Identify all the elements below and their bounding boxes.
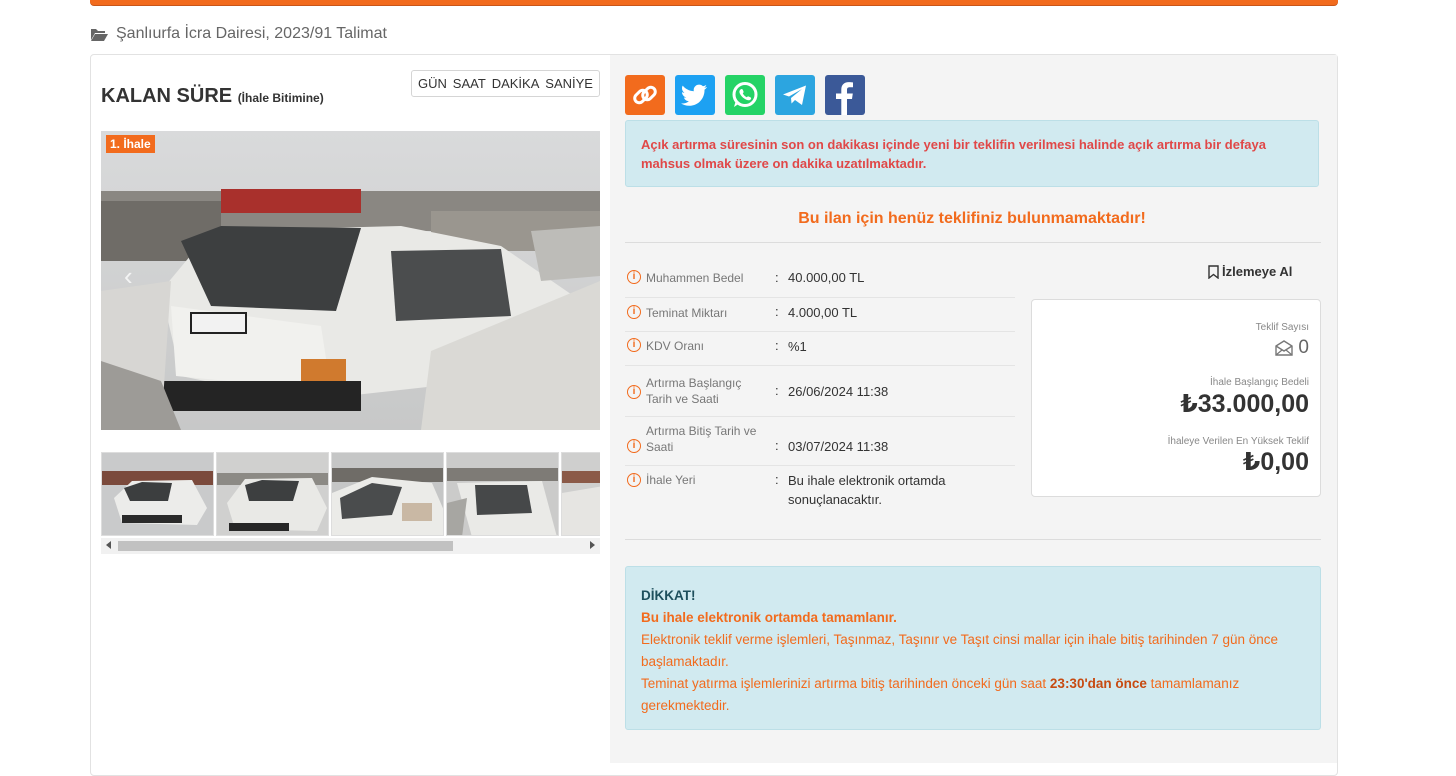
main-vehicle-photo[interactable] [101,131,600,430]
detail-row-vat-rate: i KDV Oranı : %1 [625,332,1015,366]
extension-notice: Açık artırma süresinin son on dakikası i… [625,120,1319,187]
divider [625,242,1321,243]
detail-row-auction-location: i İhale Yeri : Bu ihale elektronik ortam… [625,466,1015,516]
countdown-timer: GÜN SAAT DAKİKA SANİYE [411,70,600,97]
facebook-icon [825,75,865,115]
no-offer-message: Bu ilan için henüz teklifiniz bulunmamak… [798,210,1146,227]
breadcrumb-text[interactable]: Şanlıurfa İcra Dairesi, 2023/91 Talimat [116,25,387,43]
twitter-icon [675,75,715,115]
highest-bid: ₺0,00 [1242,448,1309,476]
attention-notice: DİKKAT! Bu ihale elektronik ortamda tama… [625,566,1321,730]
share-twitter-button[interactable] [675,75,715,115]
offer-count-value: 0 [1298,337,1309,358]
auction-round-badge: 1. İhale [106,135,155,153]
attention-line-3: Teminat yatırma işlemlerinizi artırma bi… [641,676,1240,713]
watchlist-label: İzlemeye Al [1222,264,1293,279]
offer-count-label: Teklif Sayısı [1255,322,1309,333]
share-telegram-button[interactable] [775,75,815,115]
top-accent-bar [90,0,1338,5]
info-icon: i [627,473,641,487]
countdown-subtitle: (İhale Bitimine) [237,91,324,105]
bookmark-icon [1208,264,1219,279]
divider [625,539,1321,540]
detail-row-estimated-value: i Muhammen Bedel : 40.000,00 TL [625,264,1015,298]
detail-row-deposit-amount: i Teminat Miktarı : 4.000,00 TL [625,298,1015,332]
info-icon: i [627,270,641,284]
attention-line-2: Elektronik teklif verme işlemleri, Taşın… [641,632,1279,669]
countdown-unit-minutes: DAKİKA [491,76,540,91]
info-icon: i [627,439,641,453]
countdown-unit-seconds: SANİYE [545,76,593,91]
attention-title: DİKKAT! [641,588,696,603]
highest-bid-label: İhaleye Verilen En Yüksek Teklif [1167,436,1309,447]
folder-open-icon [90,27,109,42]
start-price: ₺33.000,00 [1180,390,1309,418]
share-facebook-button[interactable] [825,75,865,115]
share-whatsapp-button[interactable] [725,75,765,115]
scrollbar-thumb[interactable] [118,541,453,551]
breadcrumb: Şanlıurfa İcra Dairesi, 2023/91 Talimat [90,24,387,44]
bid-summary-box: Teklif Sayısı 0 İhale Başlangıç Bedeli ₺… [1031,299,1321,497]
info-icon: i [627,385,641,399]
copy-link-button[interactable] [625,75,665,115]
attention-line-1: Bu ihale elektronik ortamda tamamlanır. [641,610,897,625]
add-to-watchlist-button[interactable]: İzlemeye Al [1208,264,1292,279]
thumbnail-4[interactable] [446,452,559,536]
countdown-title: KALAN SÜRE (İhale Bitimine) [101,85,324,107]
info-icon: i [627,338,641,352]
lira-icon: ₺ [1180,390,1198,418]
link-icon [625,75,665,115]
thumbnail-3[interactable] [331,452,444,536]
whatsapp-icon [725,75,765,115]
scroll-left-arrow-icon[interactable] [106,541,111,549]
gallery-prev-arrow-icon[interactable]: ‹ [124,262,146,290]
offer-count: 0 [1274,337,1309,359]
thumbnail-5[interactable] [561,452,600,536]
detail-row-auction-start: i Artırma Başlangıç Tarih ve Saati : 26/… [625,366,1015,417]
lira-icon: ₺ [1242,448,1261,476]
thumbnail-2[interactable] [216,452,329,536]
countdown-unit-hours: SAAT [452,76,486,91]
detail-row-auction-end: i Artırma Bitiş Tarih ve Saati : 03/07/2… [625,417,1015,466]
envelope-icon [1275,340,1294,356]
telegram-icon [775,75,815,115]
thumbnail-1[interactable] [101,452,214,536]
thumbnail-scrollbar[interactable] [101,538,600,554]
info-icon: i [627,305,641,319]
start-price-label: İhale Başlangıç Bedeli [1210,377,1309,388]
thumbnail-strip [101,452,600,538]
countdown-unit-days: GÜN [418,76,447,91]
scroll-right-arrow-icon[interactable] [590,541,595,549]
